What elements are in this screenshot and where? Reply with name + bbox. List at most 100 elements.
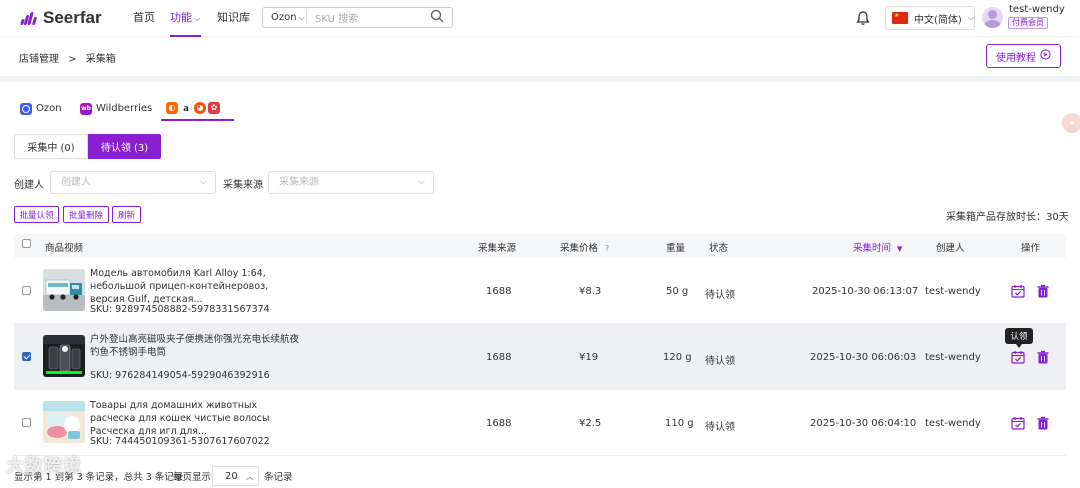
batch-delete-button[interactable]: 批量删除 <box>63 206 109 223</box>
floating-helper-icon[interactable]: ✦ <box>1062 113 1080 133</box>
delete-icon[interactable] <box>1036 284 1050 298</box>
col-time-label: 采集时间 <box>853 243 892 254</box>
1688-icon: ◐ <box>166 101 178 114</box>
col-creator: 创建人 <box>936 243 965 254</box>
wildberries-icon: wb <box>80 102 92 115</box>
logo-icon <box>20 11 38 25</box>
chevron-down-icon: ⌵ <box>200 177 207 187</box>
help-icon[interactable]: ? <box>605 244 609 253</box>
col-source: 采集来源 <box>478 243 517 254</box>
source-filter-label: 采集来源 <box>223 180 263 191</box>
product-title[interactable]: Модель автомобиля Karl Alloy 1:64, небол… <box>90 267 305 306</box>
refresh-button[interactable]: 刷新 <box>112 206 141 223</box>
cell-price: ¥2.5 <box>579 418 602 429</box>
section-divider <box>0 76 1080 82</box>
breadcrumb-current: 采集箱 <box>85 54 116 65</box>
bell-icon[interactable] <box>855 10 871 29</box>
cell-time: 2025-10-30 06:06:03 <box>810 352 917 363</box>
row-checkbox[interactable] <box>22 286 31 295</box>
col-time[interactable]: 采集时间 ▼ <box>853 240 902 254</box>
top-bar: Seerfar 首页 功能⌵ 知识库 Ozon ⌵ SKU 搜索 中文(简体) … <box>0 0 1080 37</box>
col-product: 商品视频 <box>45 243 84 254</box>
source-select[interactable]: 采集来源 ⌵ <box>268 171 434 194</box>
nav-features[interactable]: 功能 ⌵ <box>170 0 201 37</box>
chevron-down-icon: ⌵ <box>967 13 974 22</box>
select-all-checkbox[interactable] <box>22 239 31 248</box>
cell-weight: 110 g <box>665 418 694 429</box>
table-header: 商品视频 采集来源 采集价格 ? 重量 状态 采集时间 ▼ 创建人 操作 <box>14 234 1066 258</box>
cell-creator: test-wendy <box>925 352 981 363</box>
cell-creator: test-wendy <box>925 418 981 429</box>
table-row[interactable]: Модель автомобиля Karl Alloy 1:64, небол… <box>14 258 1066 324</box>
product-sku: SKU: 928974508882-5978331567374 <box>90 304 270 315</box>
tab-collecting[interactable]: 采集中 (0) <box>14 134 88 159</box>
cell-time: 2025-10-30 06:13:07 <box>812 286 919 297</box>
cell-weight: 120 g <box>663 352 692 363</box>
brand-name: Seerfar <box>43 8 102 27</box>
breadcrumb: 店铺管理 > 采集箱 <box>19 50 116 65</box>
watermark: 大数跨境 <box>6 456 82 477</box>
tutorial-button[interactable]: 使用教程 <box>986 44 1061 68</box>
claim-icon[interactable] <box>1011 350 1025 364</box>
delete-icon[interactable] <box>1036 350 1050 364</box>
batch-claim-button[interactable]: 批量认领 <box>14 206 59 223</box>
row-checkbox[interactable] <box>22 418 31 427</box>
search-input[interactable]: SKU 搜索 <box>307 10 430 25</box>
nav-home[interactable]: 首页 <box>133 0 155 37</box>
product-sku: SKU: 744450109361-5307617607022 <box>90 436 270 447</box>
cell-time: 2025-10-30 06:04:10 <box>810 418 917 429</box>
user-name[interactable]: test-wendy <box>1009 4 1065 15</box>
table-row[interactable]: Товары для домашних животных расческа дл… <box>14 390 1066 456</box>
product-thumbnail[interactable] <box>43 335 85 377</box>
page-size-value: 20 <box>225 470 238 482</box>
claim-icon[interactable] <box>1011 416 1025 430</box>
creator-select-placeholder: 创建人 <box>61 177 91 188</box>
product-thumbnail[interactable] <box>43 269 85 311</box>
ozon-icon <box>20 102 32 115</box>
product-thumbnail[interactable] <box>43 401 85 443</box>
search-platform-value: Ozon <box>271 12 297 23</box>
product-title[interactable]: 户外登山高亮磁吸夹子便携迷你强光充电长续航夜钓鱼不锈钢手电筒 <box>90 333 305 359</box>
tab-pending-claim[interactable]: 待认领 (3) <box>88 134 161 159</box>
search-bar: Ozon ⌵ SKU 搜索 <box>262 7 453 28</box>
breadcrumb-separator: > <box>68 54 77 65</box>
language-label: 中文(简体) <box>914 14 962 26</box>
tab-chinese-platforms[interactable]: ◐ a ◕ ✿ <box>161 96 234 121</box>
nav-features-label: 功能 <box>170 11 192 24</box>
cell-status: 待认领 <box>705 422 735 433</box>
chevron-down-icon: ⌵ <box>298 13 305 22</box>
china-flag-icon <box>892 12 908 24</box>
cell-status: 待认领 <box>705 356 735 367</box>
source-select-placeholder: 采集来源 <box>279 177 319 188</box>
row-checkbox[interactable] <box>22 352 31 361</box>
taobao-icon: ◕ <box>194 101 206 114</box>
breadcrumb-parent[interactable]: 店铺管理 <box>19 54 59 65</box>
delete-icon[interactable] <box>1036 416 1050 430</box>
page-size-select[interactable]: 20 ︿ <box>212 466 259 486</box>
cell-price: ¥19 <box>579 352 599 363</box>
play-circle-icon <box>1040 49 1051 63</box>
col-status: 状态 <box>709 243 729 254</box>
avatar[interactable] <box>982 7 1003 28</box>
tab-ozon[interactable]: Ozon <box>20 96 62 121</box>
product-title[interactable]: Товары для домашних животных расческа дл… <box>90 399 305 438</box>
brand-logo[interactable]: Seerfar <box>20 8 102 28</box>
product-sku: SKU: 976284149054-5929046392916 <box>90 370 270 381</box>
search-icon[interactable] <box>430 9 446 26</box>
search-platform-select[interactable]: Ozon ⌵ <box>263 11 307 24</box>
claim-tooltip: 认领 <box>1005 328 1033 348</box>
creator-select[interactable]: 创建人 ⌵ <box>50 171 216 194</box>
nav-knowledge[interactable]: 知识库 <box>217 0 250 37</box>
tutorial-label: 使用教程 <box>996 52 1036 64</box>
cell-source: 1688 <box>486 352 512 363</box>
chevron-down-icon: ⌵ <box>418 177 425 187</box>
tab-wildberries[interactable]: wb Wildberries <box>80 96 152 121</box>
table-row[interactable]: 户外登山高亮磁吸夹子便携迷你强光充电长续航夜钓鱼不锈钢手电筒 SKU: 9762… <box>14 324 1066 390</box>
language-select[interactable]: 中文(简体) ⌵ <box>885 6 975 30</box>
col-weight: 重量 <box>666 243 686 254</box>
pinduoduo-icon: ✿ <box>208 101 220 114</box>
cell-creator: test-wendy <box>925 286 981 297</box>
claim-icon[interactable] <box>1011 284 1025 298</box>
sort-desc-icon[interactable]: ▼ <box>897 245 902 253</box>
page-size-unit: 条记录 <box>264 472 293 483</box>
